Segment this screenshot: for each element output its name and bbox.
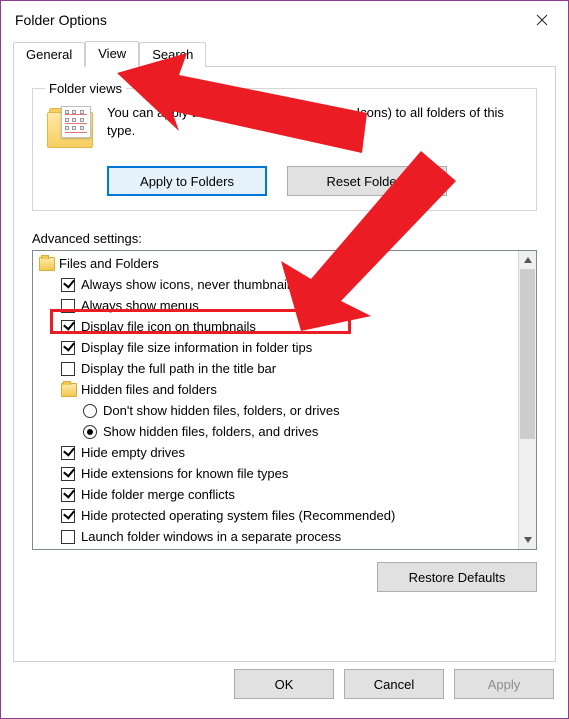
checkbox-icon [61, 530, 75, 544]
tree-option-label: Display the full path in the title bar [81, 361, 276, 376]
advanced-settings-tree[interactable]: Files and Folders Always show icons, neve… [32, 250, 537, 550]
tree-option-label: Show hidden files, folders, and drives [103, 424, 318, 439]
folder-views-group: Folder views You can apply this view (su… [32, 81, 537, 211]
tree-option-label: Hide empty drives [81, 445, 185, 460]
tree-option-4[interactable]: Display the full path in the title bar [33, 358, 518, 379]
checkbox-icon [61, 509, 75, 523]
tree-option-12[interactable]: Launch folder windows in a separate proc… [33, 526, 518, 547]
checkbox-icon [61, 299, 75, 313]
tree-group-label: Files and Folders [59, 256, 159, 271]
advanced-settings-label: Advanced settings: [32, 231, 537, 246]
tree-option-label: Hide extensions for known file types [81, 466, 288, 481]
tree-option-6[interactable]: Don't show hidden files, folders, or dri… [33, 400, 518, 421]
checkbox-icon [61, 362, 75, 376]
tree-option-label: Always show menus [81, 298, 199, 313]
tab-page-view: Folder views You can apply this view (su… [13, 67, 556, 662]
tree-option-8[interactable]: Hide empty drives [33, 442, 518, 463]
tree-group-files-and-folders: Files and Folders [33, 253, 518, 274]
scroll-up-button[interactable] [519, 251, 536, 269]
reset-folders-button[interactable]: Reset Folders [287, 166, 447, 196]
folder-icon [39, 257, 55, 271]
folder-options-window: Folder Options General View Search Folde… [0, 0, 569, 719]
tree-option-label: Always show icons, never thumbnails [81, 277, 296, 292]
tabstrip: General View Search [13, 39, 556, 67]
tree-option-label: Launch folder windows in a separate proc… [81, 529, 341, 544]
tree-subgroup-5: Hidden files and folders [33, 379, 518, 400]
scroll-thumb[interactable] [520, 269, 535, 439]
tab-general[interactable]: General [13, 42, 85, 67]
restore-defaults-button[interactable]: Restore Defaults [377, 562, 537, 592]
tree-option-9[interactable]: Hide extensions for known file types [33, 463, 518, 484]
checkbox-icon [61, 341, 75, 355]
cancel-button[interactable]: Cancel [344, 669, 444, 699]
tree-option-1[interactable]: Always show menus [33, 295, 518, 316]
checkbox-icon [61, 320, 75, 334]
close-icon [536, 14, 548, 26]
tree-option-10[interactable]: Hide folder merge conflicts [33, 484, 518, 505]
tree-option-11[interactable]: Hide protected operating system files (R… [33, 505, 518, 526]
scroll-down-button[interactable] [519, 531, 536, 549]
apply-button[interactable]: Apply [454, 669, 554, 699]
tree-option-label: Hide folder merge conflicts [81, 487, 235, 502]
tree-option-0[interactable]: Always show icons, never thumbnails [33, 274, 518, 295]
checkbox-icon [61, 467, 75, 481]
dialog-buttons: OK Cancel Apply [1, 662, 568, 718]
tab-search[interactable]: Search [139, 42, 206, 67]
tab-view[interactable]: View [85, 41, 139, 67]
checkbox-icon [61, 446, 75, 460]
checkbox-icon [61, 488, 75, 502]
radio-icon [83, 404, 97, 418]
radio-icon [83, 425, 97, 439]
close-button[interactable] [520, 5, 564, 35]
folder-icon [61, 383, 77, 397]
tree-option-2[interactable]: Display file icon on thumbnails [33, 316, 518, 337]
tree-option-label: Hidden files and folders [81, 382, 217, 397]
scrollbar[interactable] [518, 251, 536, 549]
folder-views-icon [45, 106, 97, 156]
chevron-down-icon [524, 537, 532, 543]
tree-option-7[interactable]: Show hidden files, folders, and drives [33, 421, 518, 442]
window-title: Folder Options [15, 12, 520, 28]
apply-to-folders-button[interactable]: Apply to Folders [107, 166, 267, 196]
tree-option-label: Hide protected operating system files (R… [81, 508, 395, 523]
tree-option-3[interactable]: Display file size information in folder … [33, 337, 518, 358]
checkbox-icon [61, 278, 75, 292]
ok-button[interactable]: OK [234, 669, 334, 699]
chevron-up-icon [524, 257, 532, 263]
titlebar: Folder Options [1, 1, 568, 39]
tree-option-label: Display file size information in folder … [81, 340, 312, 355]
tree-option-label: Don't show hidden files, folders, or dri… [103, 403, 340, 418]
folder-views-description: You can apply this view (such as Details… [107, 104, 524, 139]
tree-option-label: Display file icon on thumbnails [81, 319, 256, 334]
folder-views-legend: Folder views [45, 81, 126, 96]
